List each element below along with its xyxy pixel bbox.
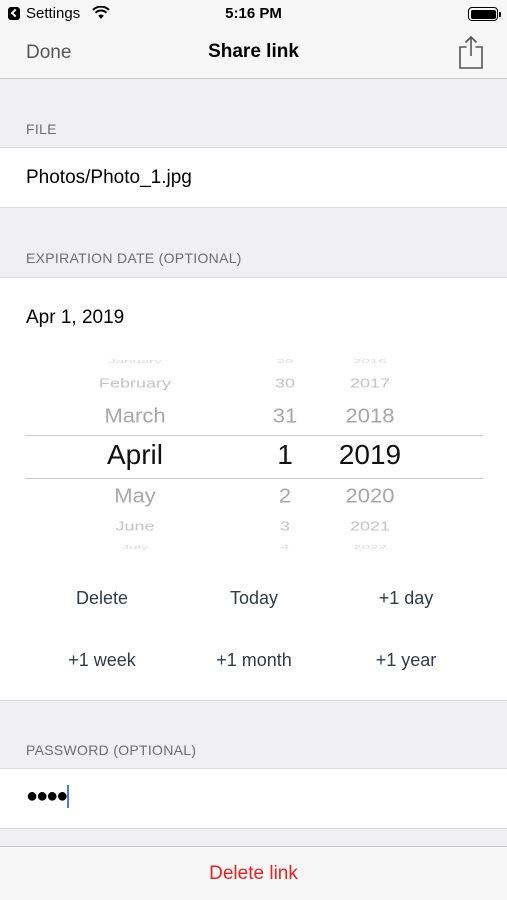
plus-one-month-button[interactable]: +1 month: [170, 650, 338, 671]
delete-date-button[interactable]: Delete: [18, 588, 186, 609]
picker-year-option[interactable]: 2017: [318, 376, 422, 391]
picker-month-option[interactable]: March: [55, 404, 215, 428]
picker-year-option[interactable]: 2022: [318, 545, 422, 551]
bottom-toolbar: Delete link: [0, 846, 507, 900]
picker-year-option[interactable]: 2020: [318, 484, 422, 508]
file-cell: Photos/Photo_1.jpg: [0, 147, 507, 208]
picker-year-option[interactable]: 2016: [318, 359, 422, 365]
file-section-header: FILE: [26, 121, 57, 137]
picker-month-option[interactable]: February: [55, 376, 215, 391]
picker-day-option[interactable]: 29: [245, 359, 325, 365]
expiration-date-value[interactable]: Apr 1, 2019: [26, 307, 124, 329]
password-cell: ●●●●: [0, 768, 507, 829]
plus-one-day-button[interactable]: +1 day: [322, 588, 490, 609]
page-title: Share link: [208, 41, 299, 62]
password-field[interactable]: ●●●●: [26, 785, 70, 809]
picker-day-option[interactable]: 4: [245, 545, 325, 551]
picker-day-option[interactable]: 2: [245, 484, 325, 508]
today-button[interactable]: Today: [170, 588, 338, 609]
plus-one-year-button[interactable]: +1 year: [322, 650, 490, 671]
expiration-section-header: EXPIRATION DATE (OPTIONAL): [26, 250, 242, 266]
picker-selection-top-line: [25, 435, 483, 436]
text-cursor: [67, 785, 70, 809]
battery-icon: [468, 7, 501, 21]
picker-year-option[interactable]: 2021: [318, 519, 422, 534]
picker-month-option[interactable]: January: [55, 359, 215, 365]
password-masked-value: ●●●●: [26, 785, 68, 807]
picker-month-option[interactable]: April: [55, 439, 215, 471]
date-picker[interactable]: January February March April May June July 29 30…: [0, 355, 507, 555]
share-icon[interactable]: [456, 34, 486, 70]
picker-day-option[interactable]: 1: [245, 439, 325, 471]
picker-selection-bottom-line: [25, 478, 483, 479]
picker-month-option[interactable]: July: [55, 545, 215, 551]
battery-level: [470, 9, 496, 19]
picker-month-option[interactable]: June: [55, 519, 215, 534]
picker-year-option[interactable]: 2019: [318, 439, 422, 471]
status-time: 5:16 PM: [225, 5, 282, 22]
password-section-header: PASSWORD (OPTIONAL): [26, 742, 197, 758]
picker-day-option[interactable]: 3: [245, 519, 325, 534]
picker-day-option[interactable]: 31: [245, 404, 325, 428]
status-bar: Settings 5:16 PM: [0, 0, 507, 28]
picker-day-option[interactable]: 30: [245, 376, 325, 391]
plus-one-week-button[interactable]: +1 week: [18, 650, 186, 671]
picker-month-option[interactable]: May: [55, 484, 215, 508]
delete-link-button[interactable]: Delete link: [0, 863, 507, 885]
picker-year-option[interactable]: 2018: [318, 404, 422, 428]
navigation-bar: Done Share link: [0, 28, 507, 79]
file-path: Photos/Photo_1.jpg: [26, 167, 192, 188]
